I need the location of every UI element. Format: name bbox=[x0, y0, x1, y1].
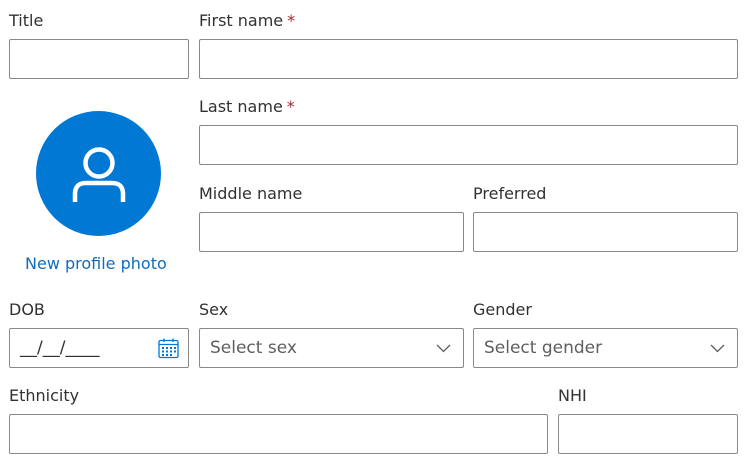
chevron-down-icon bbox=[710, 344, 725, 353]
ethnicity-input[interactable] bbox=[9, 414, 548, 454]
preferred-label: Preferred bbox=[473, 184, 547, 203]
gender-placeholder: Select gender bbox=[484, 338, 603, 358]
required-indicator: * bbox=[287, 11, 296, 30]
dob-placeholder: __/__/____ bbox=[20, 338, 100, 358]
chevron-down-icon bbox=[436, 344, 451, 353]
sex-placeholder: Select sex bbox=[210, 338, 297, 358]
sex-label: Sex bbox=[199, 300, 229, 319]
new-profile-photo-link[interactable]: New profile photo bbox=[25, 253, 167, 275]
calendar-icon[interactable] bbox=[158, 338, 179, 359]
avatar[interactable] bbox=[36, 111, 161, 236]
sex-dropdown[interactable]: Select sex bbox=[199, 328, 464, 368]
first-name-input[interactable] bbox=[199, 39, 738, 79]
required-indicator: * bbox=[286, 97, 295, 116]
last-name-label-text: Last name bbox=[199, 97, 283, 116]
nhi-label: NHI bbox=[558, 386, 587, 405]
title-input[interactable] bbox=[9, 39, 189, 79]
person-icon bbox=[72, 147, 126, 202]
gender-dropdown[interactable]: Select gender bbox=[473, 328, 738, 368]
first-name-label: First name * bbox=[199, 11, 295, 31]
middle-name-label: Middle name bbox=[199, 184, 303, 203]
title-label: Title bbox=[9, 11, 44, 30]
gender-label: Gender bbox=[473, 300, 532, 319]
nhi-input[interactable] bbox=[558, 414, 738, 454]
dob-date-picker[interactable]: __/__/____ bbox=[9, 328, 189, 368]
last-name-input[interactable] bbox=[199, 125, 738, 165]
last-name-label: Last name * bbox=[199, 97, 295, 117]
preferred-input[interactable] bbox=[473, 212, 738, 252]
first-name-label-text: First name bbox=[199, 11, 284, 30]
middle-name-input[interactable] bbox=[199, 212, 464, 252]
dob-label: DOB bbox=[9, 300, 45, 319]
ethnicity-label: Ethnicity bbox=[9, 386, 80, 405]
